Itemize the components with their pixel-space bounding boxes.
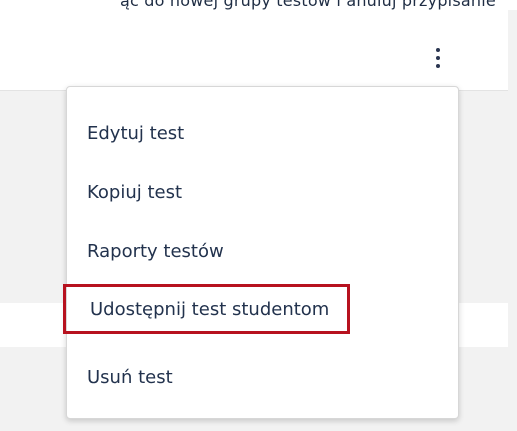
- kebab-icon: [436, 64, 440, 68]
- kebab-icon: [436, 56, 440, 60]
- menu-item-test-reports[interactable]: Raporty testów: [87, 233, 224, 271]
- kebab-icon: [436, 48, 440, 52]
- menu-item-share-with-students[interactable]: Udostępnij test studentom: [63, 284, 351, 334]
- menu-item-delete-test[interactable]: Usuń test: [87, 359, 173, 397]
- menu-item-edit-test[interactable]: Edytuj test: [87, 115, 184, 153]
- truncated-header-text: ąc do nowej grupy testów i anuluj przypi…: [120, 0, 496, 10]
- menu-item-copy-test[interactable]: Kopiuj test: [87, 174, 182, 212]
- test-actions-menu: Edytuj test Kopiuj test Raporty testów U…: [63, 86, 459, 419]
- top-strip: ąc do nowej grupy testów i anuluj przypi…: [0, 0, 517, 10]
- more-options-button[interactable]: [428, 42, 448, 74]
